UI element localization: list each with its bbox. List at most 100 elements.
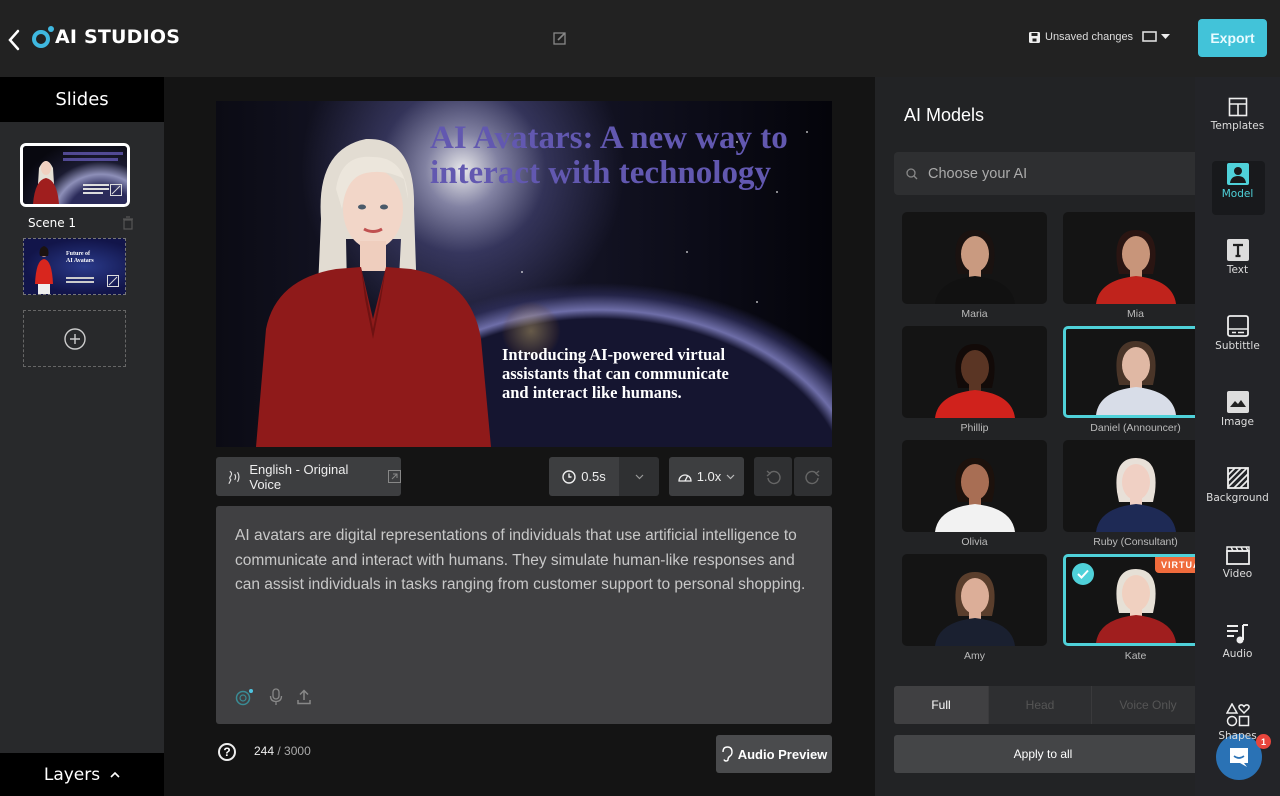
chevron-down-icon	[635, 474, 643, 479]
export-button[interactable]: Export	[1198, 19, 1267, 57]
segment-full[interactable]: Full	[894, 686, 989, 724]
rail-label: Text	[1226, 264, 1249, 276]
pause-control: 0.5s	[549, 457, 659, 496]
slide-body-text[interactable]: Introducing AI-powered virtual assistant…	[502, 345, 742, 402]
model-portrait	[1063, 326, 1195, 418]
voice-selector[interactable]: English - Original Voice	[216, 457, 401, 496]
redo-icon	[805, 469, 820, 484]
edit-title-icon[interactable]	[553, 31, 567, 45]
ai-assistant-icon[interactable]	[235, 688, 255, 706]
rail-background[interactable]: Background	[1195, 467, 1280, 504]
rail-model[interactable]: Model	[1195, 161, 1280, 215]
avatar-portrait	[1095, 341, 1176, 415]
model-card[interactable]: VIRTUAL Kate	[1063, 554, 1195, 662]
tool-rail: Templates Model Text Subtittle Image Bac…	[1195, 77, 1280, 796]
undo-icon	[766, 469, 781, 484]
rail-label: Audio	[1222, 648, 1253, 660]
rail-text[interactable]: Text	[1195, 239, 1280, 276]
script-text[interactable]: AI avatars are digital representations o…	[235, 524, 815, 598]
rail-subtitle[interactable]: Subtittle	[1195, 315, 1280, 352]
trash-icon[interactable]	[122, 216, 134, 230]
rail-audio[interactable]: Audio	[1195, 623, 1280, 660]
screen-ratio-icon	[1142, 31, 1157, 42]
search-icon	[906, 167, 918, 179]
plus-circle-icon	[63, 327, 86, 350]
external-link-icon[interactable]	[388, 470, 401, 483]
text-icon	[1226, 239, 1249, 261]
script-footer: ? 244 / 3000 Audio Preview	[216, 735, 832, 774]
slides-title: Slides	[0, 77, 164, 122]
model-card[interactable]: Olivia	[902, 440, 1047, 548]
save-status[interactable]: Unsaved changes	[1029, 31, 1133, 43]
pause-duration-button[interactable]: 0.5s	[549, 457, 619, 496]
segment-voice-only[interactable]: Voice Only	[1092, 686, 1195, 724]
aspect-ratio-dropdown[interactable]	[1142, 31, 1170, 42]
top-bar: AI STUDIOS Unsaved changes Export	[0, 0, 1280, 77]
model-card[interactable]: Maria	[902, 212, 1047, 320]
character-counter: 244 / 3000	[254, 744, 311, 758]
pause-value: 0.5s	[581, 469, 606, 484]
microphone-icon[interactable]	[269, 688, 283, 706]
redo-button[interactable]	[794, 457, 832, 496]
slide-title-text[interactable]: AI Avatars: A new way to interact with t…	[430, 121, 830, 191]
add-slide-button[interactable]	[23, 310, 126, 367]
rail-templates[interactable]: Templates	[1195, 97, 1280, 132]
model-portrait	[902, 554, 1047, 646]
rail-label: Video	[1222, 568, 1253, 580]
model-portrait: VIRTUAL	[1063, 554, 1195, 646]
audio-preview-button[interactable]: Audio Preview	[716, 735, 832, 773]
model-name: Kate	[1124, 650, 1147, 662]
virtual-badge: VIRTUAL	[1155, 557, 1195, 573]
voice-label: English - Original Voice	[249, 461, 349, 492]
avatar-portrait	[1095, 230, 1176, 304]
framing-segmented-control: Full Head Voice Only	[894, 686, 1195, 724]
model-card[interactable]: Amy	[902, 554, 1047, 662]
voice-wave-icon	[228, 470, 240, 484]
rail-label: Background	[1206, 492, 1269, 504]
back-chevron-icon[interactable]	[6, 28, 22, 52]
chat-icon	[1230, 748, 1248, 767]
model-name: Maria	[961, 308, 988, 320]
edit-slide-icon[interactable]	[110, 184, 122, 196]
avatar-portrait	[934, 230, 1015, 304]
speed-value: 1.0x	[696, 469, 722, 484]
chevron-down-icon	[726, 474, 735, 479]
image-icon	[1226, 391, 1249, 413]
caret-down-icon	[1161, 33, 1170, 39]
model-search-input[interactable]	[928, 165, 1178, 182]
slide-canvas[interactable]: AI Avatars: A new way to interact with t…	[216, 101, 832, 447]
avatar-portrait	[934, 344, 1015, 418]
model-card[interactable]: Mia	[1063, 212, 1195, 320]
char-limit: 3000	[284, 744, 311, 758]
help-icon[interactable]: ?	[218, 743, 236, 761]
segment-head[interactable]: Head	[989, 686, 1092, 724]
notification-badge: 1	[1256, 734, 1271, 749]
model-card[interactable]: Phillip	[902, 326, 1047, 434]
model-search[interactable]	[894, 152, 1195, 195]
speed-dropdown[interactable]: 1.0x	[669, 457, 744, 496]
scene-label: Scene 1	[28, 216, 77, 230]
model-name: Olivia	[961, 536, 988, 548]
model-icon	[1226, 163, 1249, 185]
undo-button[interactable]	[754, 457, 792, 496]
chevron-up-icon	[110, 771, 120, 778]
models-title: AI Models	[904, 105, 985, 125]
apply-to-all-button[interactable]: Apply to all	[894, 735, 1195, 773]
rail-video[interactable]: Video	[1195, 545, 1280, 580]
layers-toggle[interactable]: Layers	[0, 753, 164, 796]
pause-dropdown[interactable]	[619, 457, 659, 496]
char-count: 244	[254, 744, 275, 758]
slide-thumbnail-2[interactable]: Future of AI Avatars	[23, 238, 126, 295]
clock-icon	[562, 469, 576, 484]
rail-image[interactable]: Image	[1195, 391, 1280, 428]
script-editor[interactable]: AI avatars are digital representations o…	[216, 506, 832, 724]
avatar-thumbnail	[35, 246, 53, 294]
model-portrait	[902, 326, 1047, 418]
upload-icon[interactable]	[297, 689, 311, 705]
slide-thumbnail-1[interactable]	[20, 143, 130, 207]
model-card[interactable]: Daniel (Announcer)	[1063, 326, 1195, 434]
video-clapper-icon	[1225, 546, 1250, 565]
edit-slide-icon[interactable]	[107, 275, 119, 287]
model-card[interactable]: Ruby (Consultant)	[1063, 440, 1195, 548]
rail-label: Subtittle	[1215, 340, 1260, 352]
